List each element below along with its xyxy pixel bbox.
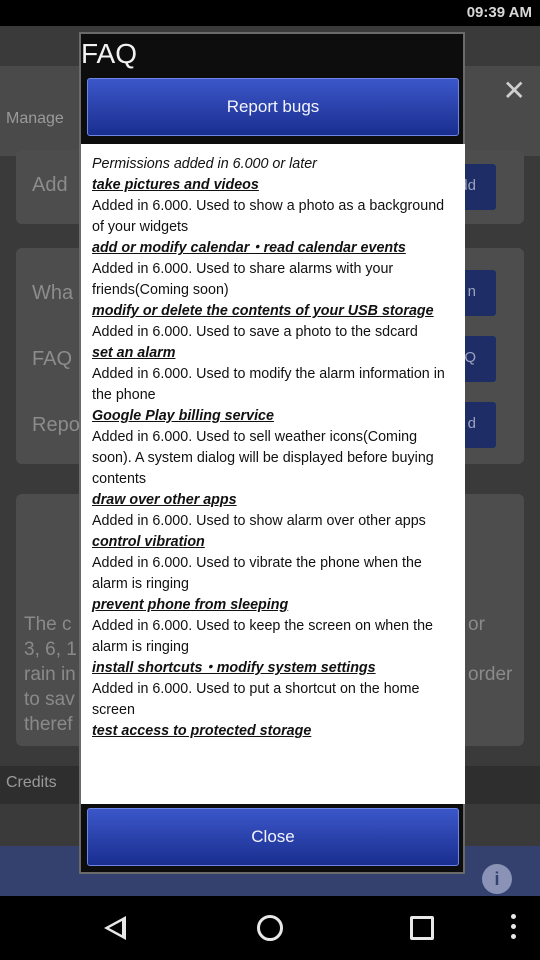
status-bar: 09:39 AM	[0, 0, 540, 26]
permission-list: take pictures and videos Added in 6.000. …	[92, 175, 457, 742]
background-row-label: Wha	[32, 282, 74, 304]
background-credits-label: Credits	[6, 774, 57, 791]
permission-description: Added in 6.000. Used to share alarms wit…	[92, 261, 394, 298]
background-text-line: 3, 6, 1	[24, 639, 77, 660]
info-icon: i	[482, 864, 512, 894]
faq-dialog: FAQ Report bugs Permissions added in 6.0…	[79, 32, 465, 874]
screen: 09:39 AM Manage ✕ Add add Wha n FAQ AQ R…	[0, 0, 540, 960]
permission-name: add or modify calendar・read calendar eve…	[92, 240, 406, 256]
dialog-title: FAQ	[81, 38, 138, 69]
permission-name: draw over other apps	[92, 492, 237, 508]
overflow-menu-icon[interactable]	[508, 914, 518, 942]
permission-name: prevent phone from sleeping	[92, 597, 289, 613]
recent-apps-icon[interactable]	[410, 916, 434, 940]
permission-name: control vibration	[92, 534, 205, 550]
permission-name: take pictures and videos	[92, 177, 259, 193]
close-button[interactable]: Close	[87, 808, 459, 866]
report-bugs-button[interactable]: Report bugs	[87, 78, 459, 136]
back-icon[interactable]	[104, 916, 126, 940]
background-row-label: FAQ	[32, 348, 73, 370]
navigation-bar	[0, 896, 540, 960]
background-text-line: or	[468, 614, 485, 635]
permissions-intro: Permissions added in 6.000 or later	[92, 156, 317, 172]
permission-name: install shortcuts・modify system settings	[92, 660, 376, 676]
status-time: 09:39 AM	[466, 4, 532, 21]
permission-description: Added in 6.000. Used to put a shortcut o…	[92, 681, 420, 718]
faq-content[interactable]: Permissions added in 6.000 or later take…	[81, 144, 465, 804]
permission-name: set an alarm	[92, 345, 176, 361]
permission-description: Added in 6.000. Used to save a photo to …	[92, 324, 418, 340]
home-icon[interactable]	[257, 915, 283, 941]
permission-description: Added in 6.000. Used to modify the alarm…	[92, 366, 445, 403]
permission-name: modify or delete the contents of your US…	[92, 303, 434, 319]
background-text-line: The c	[24, 614, 72, 635]
permission-description: Added in 6.000. Used to sell weather ico…	[92, 429, 434, 487]
background-text-line: rain in	[24, 664, 76, 685]
permission-description: Added in 6.000. Used to show a photo as …	[92, 198, 445, 235]
background-text-line: order	[468, 664, 513, 685]
permission-name: test access to protected storage	[92, 723, 312, 739]
permission-description: Added in 6.000. Used to vibrate the phon…	[92, 555, 422, 592]
background-row-label: Repo	[32, 414, 80, 436]
background-text-line: to sav	[24, 689, 75, 710]
background-close-icon: ✕	[502, 75, 526, 106]
permission-name: Google Play billing service	[92, 408, 274, 424]
background-manage-label: Manage	[6, 110, 64, 127]
background-row-label: Add	[32, 174, 68, 196]
permission-description: Added in 6.000. Used to show alarm over …	[92, 513, 426, 529]
permission-description: Added in 6.000. Used to keep the screen …	[92, 618, 433, 655]
background-text-line: theref	[24, 714, 73, 735]
